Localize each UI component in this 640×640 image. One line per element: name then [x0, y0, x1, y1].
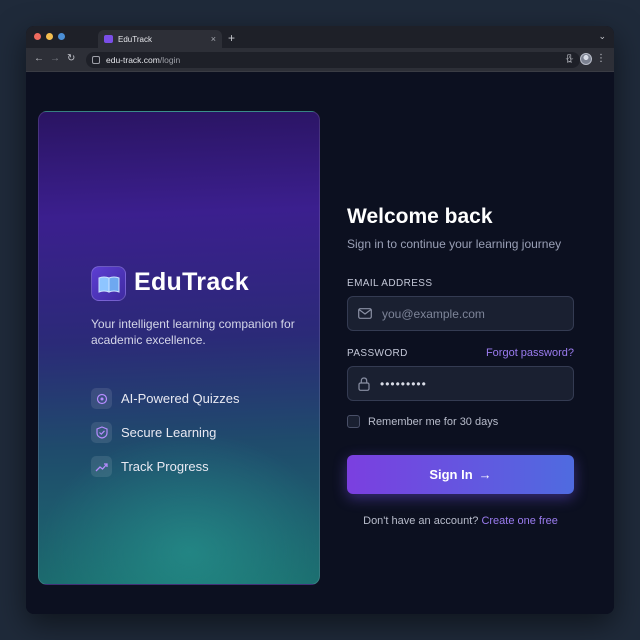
sign-in-button[interactable]: Sign In →	[347, 455, 574, 494]
tab-title: EduTrack	[118, 34, 152, 44]
password-value: •••••••••	[380, 376, 427, 391]
password-label: PASSWORD	[347, 348, 408, 359]
title-bar: EduTrack × + ⌄	[26, 26, 614, 48]
arrow-right-icon: →	[478, 467, 492, 482]
sign-in-label: Sign In	[429, 467, 473, 482]
url-path: /login	[159, 55, 181, 65]
close-window-button[interactable]	[34, 33, 41, 40]
window-controls	[34, 33, 65, 40]
feature-ai-quizzes: AI-Powered Quizzes	[91, 388, 240, 409]
signup-prompt: Don't have an account?	[363, 515, 479, 527]
trend-up-icon	[91, 456, 112, 477]
feature-label: AI-Powered Quizzes	[121, 391, 240, 406]
shield-icon	[91, 422, 112, 443]
maximize-window-button[interactable]	[58, 33, 65, 40]
mail-icon	[358, 308, 372, 319]
open-book-icon	[98, 276, 119, 293]
create-account-link[interactable]: Create one free	[481, 515, 557, 527]
brain-icon	[91, 388, 112, 409]
minimize-window-button[interactable]	[46, 33, 53, 40]
feature-label: Secure Learning	[121, 425, 217, 440]
brand-panel: EduTrack Your intelligent learning compa…	[38, 111, 320, 585]
feature-track-progress: Track Progress	[91, 456, 209, 477]
feature-secure-learning: Secure Learning	[91, 422, 216, 443]
url-host: edu-track.com	[106, 55, 160, 65]
brand-name: EduTrack	[134, 268, 249, 296]
brand-tagline: Your intelligent learning companion for …	[91, 317, 295, 347]
signup-prompt-row: Don't have an account? Create one free	[347, 515, 574, 527]
tab-close-icon[interactable]: ×	[211, 34, 216, 44]
back-arrow-icon[interactable]: ←	[34, 52, 44, 66]
page-title: Welcome back	[347, 205, 493, 228]
sidebar-icon[interactable]: ▯	[566, 52, 572, 66]
new-tab-button[interactable]: +	[228, 30, 235, 46]
browser-window: EduTrack × + ⌄ ← → ↻ edu-track.com/login…	[26, 26, 614, 614]
email-field[interactable]: you@example.com	[347, 296, 574, 331]
page-content: EduTrack Your intelligent learning compa…	[26, 73, 614, 614]
remember-me-row[interactable]: Remember me for 30 days	[347, 415, 498, 428]
email-placeholder: you@example.com	[382, 306, 485, 321]
address-bar[interactable]: edu-track.com/login ☆	[86, 52, 580, 68]
book-icon	[104, 35, 113, 43]
remember-me-checkbox[interactable]	[347, 415, 360, 428]
logo	[91, 266, 126, 301]
feature-label: Track Progress	[121, 459, 209, 474]
remember-me-label[interactable]: Remember me for 30 days	[368, 416, 498, 428]
forward-arrow-icon[interactable]: →	[50, 52, 60, 66]
page-subtitle: Sign in to continue your learning journe…	[347, 237, 562, 251]
kebab-menu-icon[interactable]: ⋮	[596, 52, 606, 66]
password-field[interactable]: •••••••••	[347, 366, 574, 401]
lock-icon	[358, 376, 370, 391]
forgot-password-link[interactable]: Forgot password?	[486, 347, 574, 359]
profile-avatar[interactable]	[580, 53, 592, 65]
email-label: EMAIL ADDRESS	[347, 278, 433, 289]
url-text[interactable]: edu-track.com/login	[106, 55, 559, 65]
tab-search-icon[interactable]: ⌄	[598, 31, 606, 42]
site-info-icon[interactable]	[92, 56, 100, 64]
reload-icon[interactable]: ↻	[67, 52, 75, 66]
browser-tab[interactable]: EduTrack ×	[98, 30, 222, 48]
address-toolbar: ← → ↻ edu-track.com/login ☆ ▯ ⋮	[26, 48, 614, 72]
